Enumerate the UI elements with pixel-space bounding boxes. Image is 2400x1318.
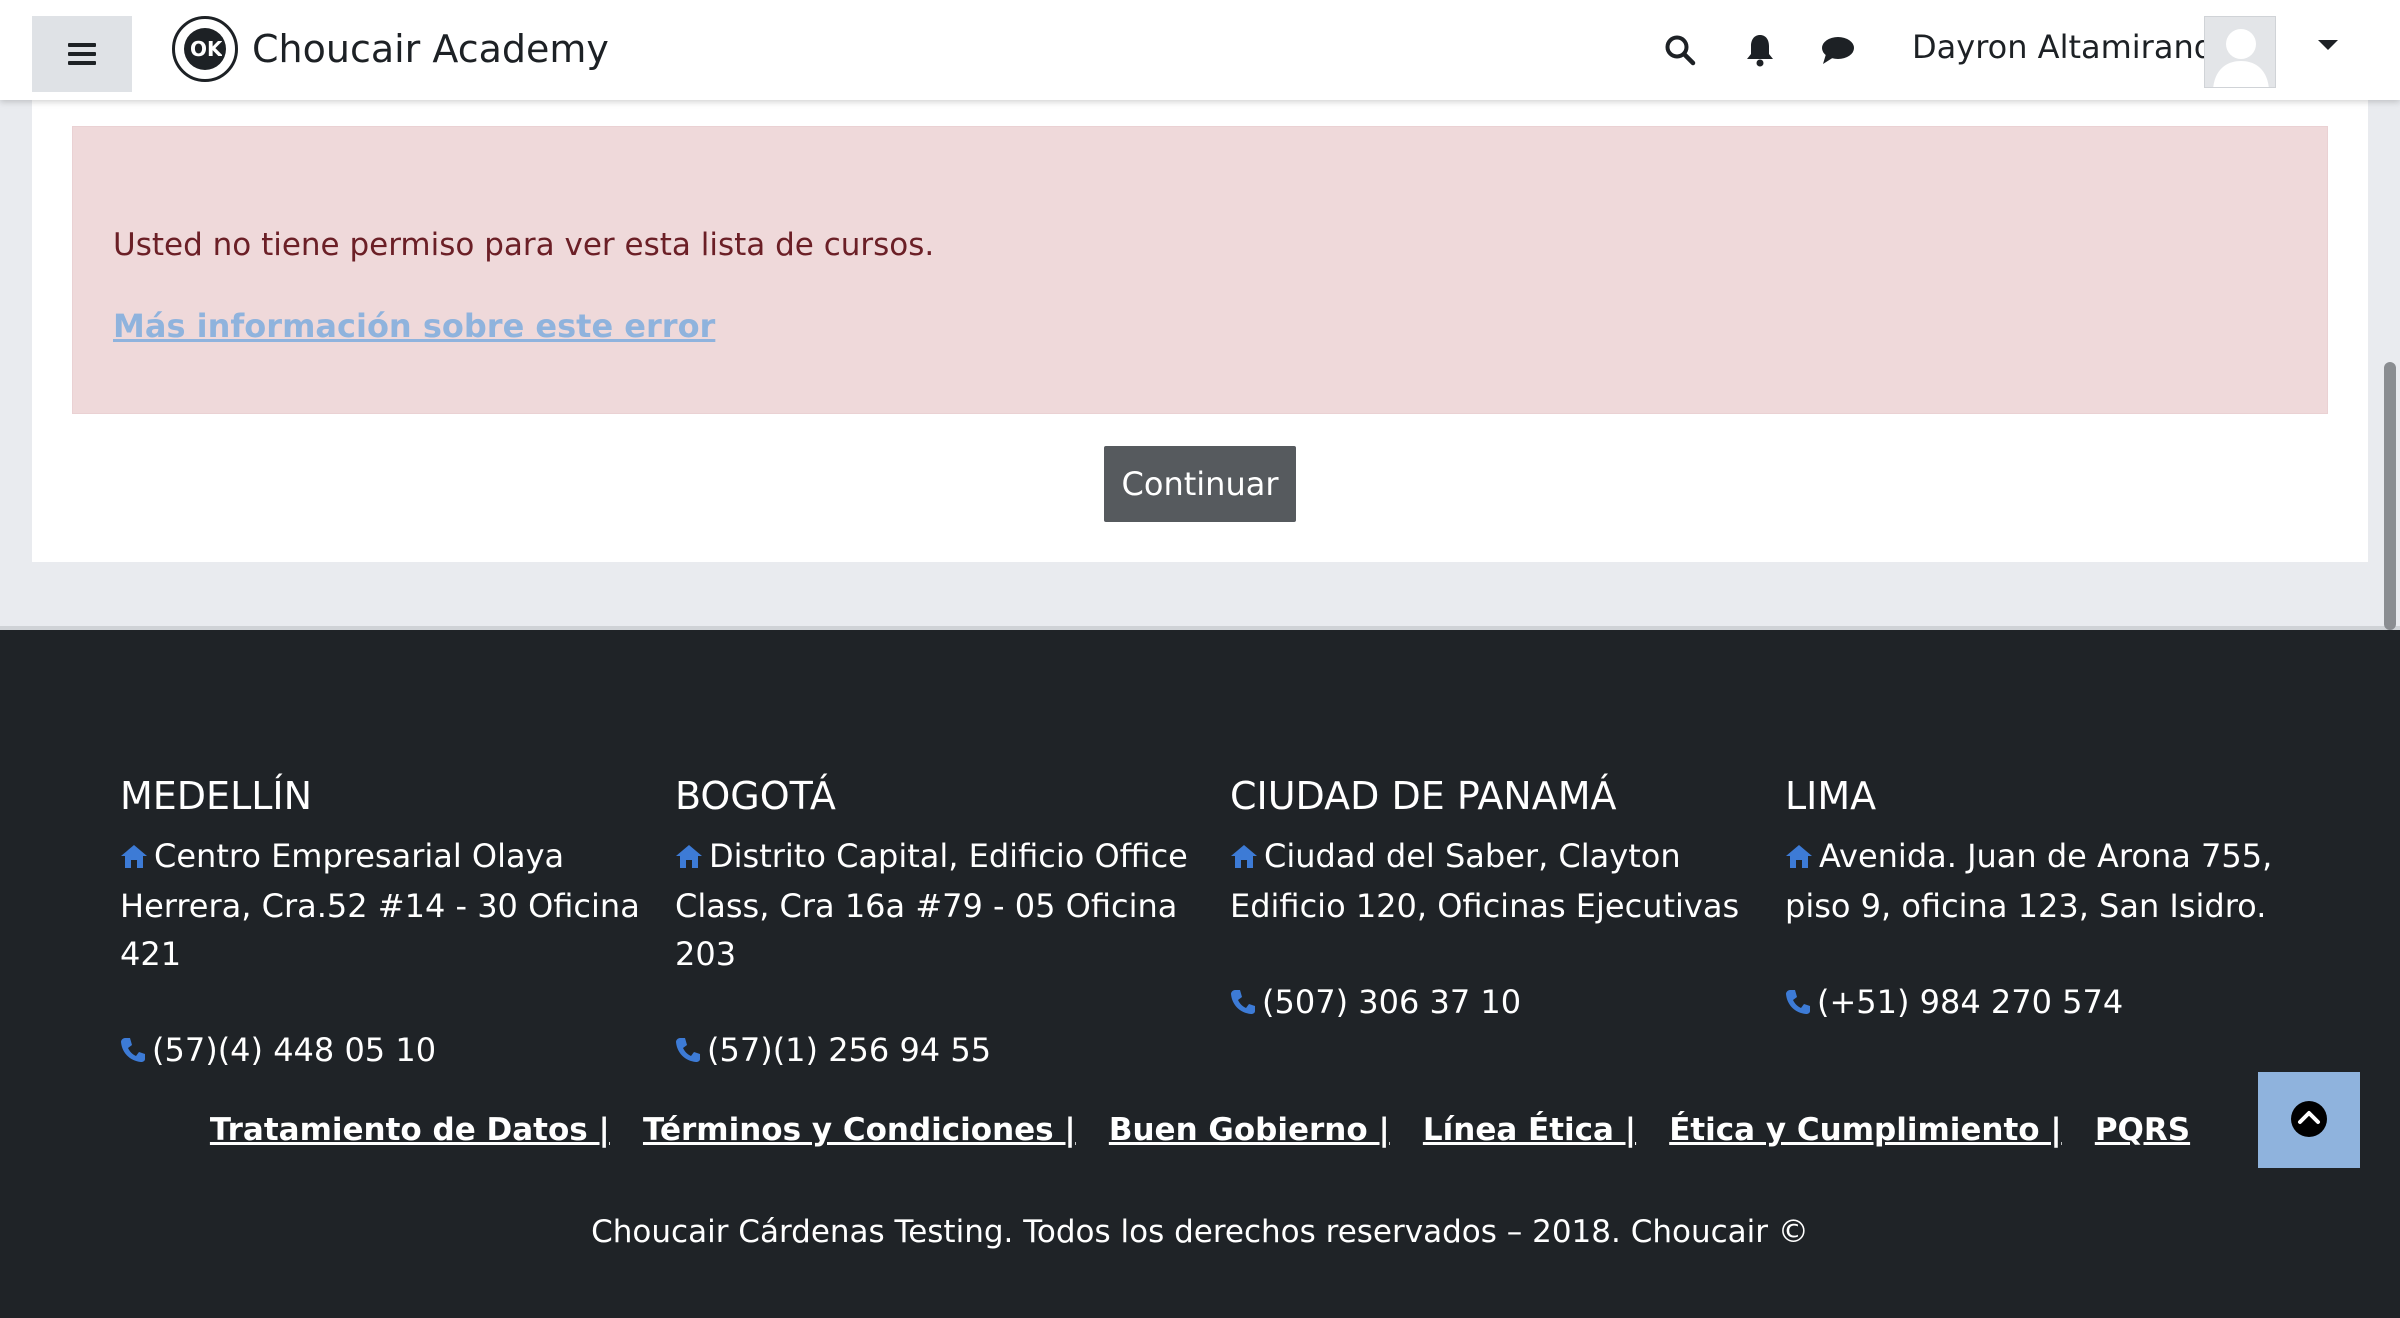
top-navbar: OK Choucair Academy Dayron Altamiranda xyxy=(0,0,2400,100)
office-phone-text: (+51) 984 270 574 xyxy=(1817,983,2124,1021)
phone-icon xyxy=(1785,980,1811,1028)
office-phone: (+51) 984 270 574 xyxy=(1785,978,2305,1028)
footer-office-medellin: MEDELLÍN Centro Empresarial Olaya Herrer… xyxy=(120,774,640,1076)
office-phone-text: (57)(4) 448 05 10 xyxy=(152,1031,437,1069)
copyright-text: Choucair Cárdenas Testing. Todos los der… xyxy=(591,1214,1809,1250)
phone-icon xyxy=(120,1028,146,1076)
footer-office-panama: CIUDAD DE PANAMÁ Ciudad del Saber, Clayt… xyxy=(1230,774,1750,1028)
office-address-text: Distrito Capital, Edificio Office Class,… xyxy=(675,837,1188,973)
office-address: Ciudad del Saber, Clayton Edificio 120, … xyxy=(1230,832,1750,930)
more-info-link[interactable]: Más información sobre este error xyxy=(113,307,715,345)
office-phone-text: (507) 306 37 10 xyxy=(1262,983,1522,1021)
office-city: CIUDAD DE PANAMÁ xyxy=(1230,774,1617,818)
office-address: Centro Empresarial Olaya Herrera, Cra.52… xyxy=(120,832,640,978)
footer-office-bogota: BOGOTÁ Distrito Capital, Edificio Office… xyxy=(675,774,1195,1076)
phone-icon xyxy=(675,1028,701,1076)
bell-icon[interactable] xyxy=(1740,30,1780,70)
main-content-card: Usted no tiene permiso para ver esta lis… xyxy=(32,100,2368,562)
brand-logo: OK xyxy=(172,16,238,82)
chat-icon[interactable] xyxy=(1818,30,1858,70)
footer-link-pqrs[interactable]: PQRS xyxy=(2095,1112,2190,1148)
footer-link-terms[interactable]: Términos y Condiciones | xyxy=(643,1112,1076,1148)
home-icon xyxy=(1230,834,1258,882)
office-city: LIMA xyxy=(1785,774,1877,818)
user-name[interactable]: Dayron Altamiranda xyxy=(1912,28,2234,66)
office-phone: (57)(4) 448 05 10 xyxy=(120,1026,640,1076)
office-address-text: Centro Empresarial Olaya Herrera, Cra.52… xyxy=(120,837,640,973)
hamburger-icon xyxy=(68,43,96,65)
caret-down-icon[interactable] xyxy=(2318,40,2338,50)
office-phone: (57)(1) 256 94 55 xyxy=(675,1026,1195,1076)
footer-link-data-treatment[interactable]: Tratamiento de Datos | xyxy=(210,1112,610,1148)
avatar[interactable] xyxy=(2204,16,2276,88)
footer-office-lima: LIMA Avenida. Juan de Arona 755, piso 9,… xyxy=(1785,774,2305,1028)
office-address: Avenida. Juan de Arona 755, piso 9, ofic… xyxy=(1785,832,2305,930)
footer-link-good-governance[interactable]: Buen Gobierno | xyxy=(1109,1112,1390,1148)
office-address: Distrito Capital, Edificio Office Class,… xyxy=(675,832,1195,978)
back-to-top-button[interactable] xyxy=(2258,1072,2360,1168)
footer-links: Tratamiento de Datos | Términos y Condic… xyxy=(0,1112,2400,1148)
brand-name: Choucair Academy xyxy=(252,27,609,71)
nav-drawer-toggle-button[interactable] xyxy=(32,16,132,92)
office-address-text: Ciudad del Saber, Clayton Edificio 120, … xyxy=(1230,837,1740,925)
office-city: MEDELLÍN xyxy=(120,774,313,818)
office-phone: (507) 306 37 10 xyxy=(1230,978,1750,1028)
phone-icon xyxy=(1230,980,1256,1028)
office-address-text: Avenida. Juan de Arona 755, piso 9, ofic… xyxy=(1785,837,2273,925)
home-icon xyxy=(675,834,703,882)
office-phone-text: (57)(1) 256 94 55 xyxy=(707,1031,992,1069)
home-icon xyxy=(1785,834,1813,882)
continue-button[interactable]: Continuar xyxy=(1104,446,1296,522)
search-icon[interactable] xyxy=(1660,30,1700,70)
page-footer: MEDELLÍN Centro Empresarial Olaya Herrer… xyxy=(0,626,2400,1318)
navbar-right-group: Dayron Altamiranda xyxy=(1660,0,2400,100)
error-message: Usted no tiene permiso para ver esta lis… xyxy=(113,227,935,263)
home-icon xyxy=(120,834,148,882)
footer-link-ethics-compliance[interactable]: Ética y Cumplimiento | xyxy=(1669,1112,2062,1148)
svg-text:OK: OK xyxy=(190,37,222,61)
page-scrollbar-thumb[interactable] xyxy=(2384,362,2396,630)
error-alert: Usted no tiene permiso para ver esta lis… xyxy=(72,126,2328,414)
arrow-up-circle-icon xyxy=(2289,1099,2329,1142)
office-city: BOGOTÁ xyxy=(675,774,836,818)
brand-link[interactable]: OK Choucair Academy xyxy=(172,16,609,82)
footer-link-ethics-line[interactable]: Línea Ética | xyxy=(1423,1112,1636,1148)
